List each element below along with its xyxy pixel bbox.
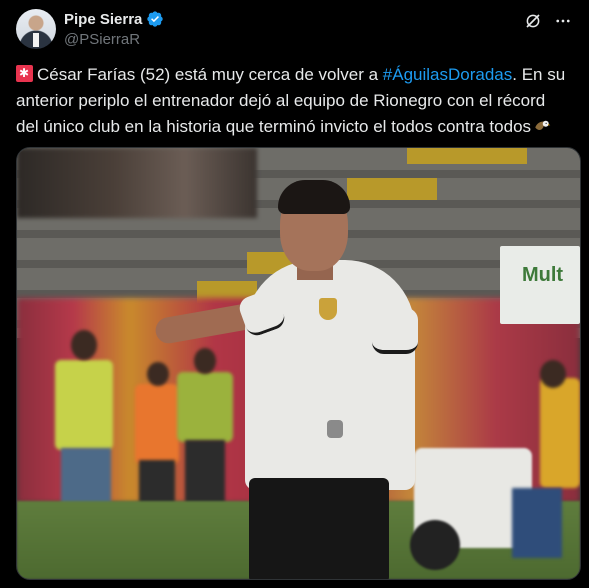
grok-icon[interactable] [523,11,543,31]
siren-emoji-icon [16,65,33,82]
sign-text: Mult [522,264,564,286]
avatar[interactable] [16,9,56,49]
tweet-text-part: César Farías (52) está muy cerca de volv… [37,65,383,84]
tweet-text-line-3: del único club en la historia que termin… [16,114,581,140]
tweet-photo[interactable]: Mult [16,147,581,580]
tweet-header: Pipe Sierra @PSierraR [16,7,573,51]
hashtag-link[interactable]: #ÁguilasDoradas [383,65,512,84]
more-icon[interactable] [553,11,573,31]
tweet-text-line-2: anterior periplo el entrenador dejó al e… [16,91,546,110]
tweet-text-part: . En su [512,65,566,84]
tweet-text-part: del único club en la historia que termin… [16,117,532,136]
tweet-text: César Farías (52) está muy cerca de volv… [16,62,581,140]
author-name[interactable]: Pipe Sierra [64,11,142,28]
header-actions [523,11,573,31]
tweet[interactable]: Pipe Sierra @PSierraR César Farías (52) … [0,0,589,588]
tweet-text-line-1: César Farías (52) está muy cerca de volv… [16,62,581,88]
sponsor-sign: Mult [500,246,580,324]
author-row: Pipe Sierra [64,10,164,28]
author-handle[interactable]: @PSierraR [64,31,140,48]
verified-badge-icon [147,11,164,27]
eagle-emoji-icon [535,120,551,130]
